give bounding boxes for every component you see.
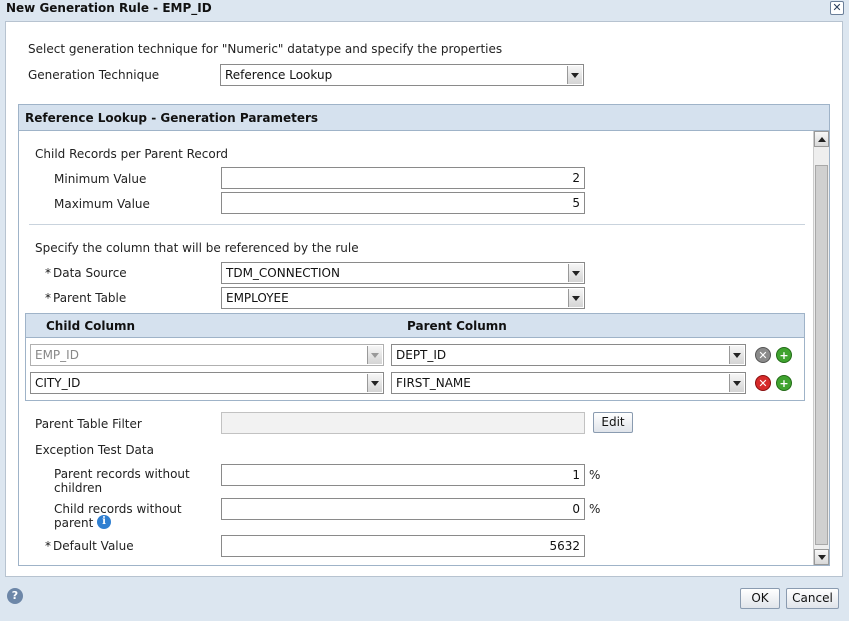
maximum-value-label: Maximum Value	[54, 197, 150, 211]
column-mapping-grid: Child Column Parent Column EMP_ID DEPT_I…	[25, 313, 805, 401]
delete-row-icon[interactable]: ✕	[755, 347, 771, 363]
reference-instruction-text: Specify the column that will be referenc…	[35, 241, 359, 255]
parent-column-value: DEPT_ID	[396, 348, 447, 362]
parent-column-value: FIRST_NAME	[396, 376, 471, 390]
add-row-icon[interactable]: +	[776, 347, 792, 363]
default-value-label: * Default Value	[45, 539, 134, 553]
child-column-value: CITY_ID	[35, 376, 81, 390]
generation-technique-select[interactable]: Reference Lookup	[220, 64, 584, 86]
parent-table-value: EMPLOYEE	[226, 291, 289, 305]
delete-row-icon[interactable]: ✕	[755, 375, 771, 391]
required-marker: *	[45, 291, 51, 305]
child-column-value: EMP_ID	[35, 348, 79, 362]
generation-technique-value: Reference Lookup	[225, 68, 333, 82]
add-row-icon[interactable]: +	[776, 375, 792, 391]
children-without-parent-input[interactable]	[221, 498, 585, 520]
scroll-up-icon[interactable]	[814, 131, 829, 147]
chevron-down-icon[interactable]	[367, 374, 382, 392]
help-icon[interactable]: ?	[7, 588, 23, 604]
percent-unit: %	[589, 468, 601, 482]
chevron-down-icon[interactable]	[567, 66, 582, 84]
ok-button[interactable]: OK	[740, 588, 780, 609]
chevron-down-icon[interactable]	[568, 289, 583, 307]
parent-column-header: Parent Column	[407, 319, 507, 333]
chevron-down-icon[interactable]	[729, 374, 744, 392]
required-marker: *	[45, 266, 51, 280]
parents-without-children-label: Parent records without children	[54, 467, 190, 495]
edit-filter-button[interactable]: Edit	[593, 412, 633, 433]
generation-technique-label: Generation Technique	[28, 68, 160, 82]
percent-unit: %	[589, 502, 601, 516]
section-divider	[29, 224, 805, 225]
data-source-value: TDM_CONNECTION	[226, 266, 340, 280]
intro-text: Select generation technique for "Numeric…	[28, 42, 503, 56]
exception-test-data-label: Exception Test Data	[35, 443, 154, 457]
child-records-label: Child Records per Parent Record	[35, 147, 229, 161]
chevron-down-icon[interactable]	[568, 264, 583, 282]
minimum-value-label: Minimum Value	[54, 172, 147, 186]
parent-column-select[interactable]: DEPT_ID	[391, 344, 746, 366]
scroll-thumb[interactable]	[815, 165, 828, 545]
chevron-down-icon	[367, 346, 382, 364]
close-icon[interactable]: ✕	[830, 1, 844, 15]
chevron-down-icon[interactable]	[729, 346, 744, 364]
dialog-title-bar: New Generation Rule - EMP_ID ✕	[0, 0, 849, 18]
info-icon[interactable]: i	[97, 515, 111, 529]
dialog-title: New Generation Rule - EMP_ID	[6, 1, 212, 15]
dialog-body: Select generation technique for "Numeric…	[5, 21, 843, 577]
generation-parameters-section: Reference Lookup - Generation Parameters…	[18, 104, 830, 566]
section-header: Reference Lookup - Generation Parameters	[19, 105, 829, 131]
child-column-header: Child Column	[46, 319, 136, 333]
parent-column-select[interactable]: FIRST_NAME	[391, 372, 746, 394]
child-column-select[interactable]: CITY_ID	[30, 372, 384, 394]
child-column-select: EMP_ID	[30, 344, 384, 366]
default-value-input[interactable]	[221, 535, 585, 557]
cancel-button[interactable]: Cancel	[786, 588, 839, 609]
minimum-value-input[interactable]	[221, 167, 585, 189]
maximum-value-input[interactable]	[221, 192, 585, 214]
parent-table-filter-label: Parent Table Filter	[35, 417, 142, 431]
required-marker: *	[45, 539, 51, 553]
vertical-scrollbar[interactable]	[813, 131, 829, 565]
parent-table-select[interactable]: EMPLOYEE	[221, 287, 585, 309]
data-source-label: * Data Source	[45, 266, 127, 280]
parent-table-filter-input	[221, 412, 585, 434]
scroll-down-icon[interactable]	[814, 549, 829, 565]
grid-header: Child Column Parent Column	[26, 314, 804, 338]
data-source-select[interactable]: TDM_CONNECTION	[221, 262, 585, 284]
section-title: Reference Lookup - Generation Parameters	[25, 111, 319, 125]
parents-without-children-input[interactable]	[221, 464, 585, 486]
parent-table-label: * Parent Table	[45, 291, 127, 305]
children-without-parent-label: Child records without parent	[54, 502, 182, 530]
